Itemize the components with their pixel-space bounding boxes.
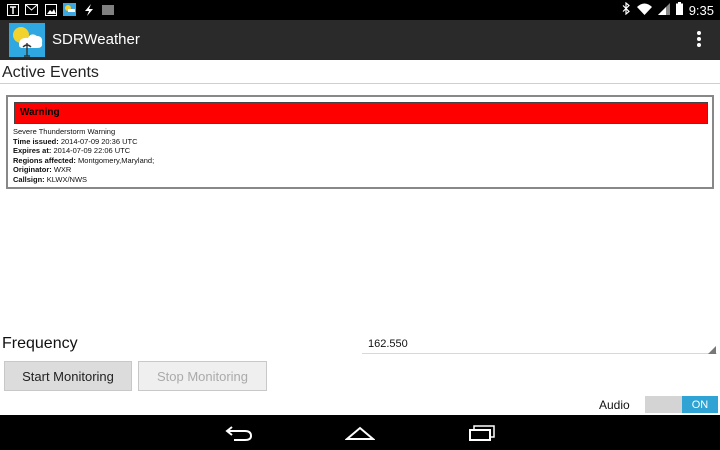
frequency-spinner-underline [362,353,717,354]
expires-row: Expires at: 2014-07-09 22:06 UTC [13,146,131,156]
event-severity-header: Warning [14,102,708,124]
notification-icons [6,3,114,16]
regions-row: Regions affected: Montgomery,Maryland; [13,155,155,165]
frequency-label: Frequency [2,335,78,352]
audio-label: Audio [599,398,630,412]
app-logo-icon[interactable] [9,23,45,57]
back-icon[interactable] [219,420,259,446]
frequency-spinner[interactable]: 162.550 [368,338,408,350]
section-divider [0,83,720,84]
audio-toggle-on[interactable]: ON [682,396,718,413]
app-icon [63,3,76,16]
clock: 9:35 [688,2,714,18]
recents-icon[interactable] [462,420,502,446]
app-title: SDRWeather [52,31,140,48]
image-icon [44,3,57,16]
bluetooth-icon [622,1,631,18]
home-icon[interactable] [340,420,380,446]
stop-monitoring-button[interactable]: Stop Monitoring [138,361,267,391]
battery-icon [675,2,683,18]
barcode-icon [101,3,114,16]
event-details: Severe Thunderstorm Warning Time issued:… [13,127,154,185]
lightning-icon [82,3,95,16]
wifi-icon [636,3,652,18]
status-bar: 9:35 [0,0,720,20]
mail-icon [25,3,38,16]
start-monitoring-button[interactable]: Start Monitoring [4,361,132,391]
signal-icon [657,2,670,18]
dropdown-arrow-icon[interactable] [708,346,716,354]
event-name: Severe Thunderstorm Warning [13,127,116,136]
active-events-title: Active Events [2,64,99,81]
originator-row: Originator: WXR [13,165,72,175]
event-card[interactable]: Warning Severe Thunderstorm Warning Time… [6,95,714,189]
system-icons: 9:35 [622,1,714,18]
callsign-row: Callsign: KLWX/NWS [13,174,88,184]
t-icon [6,3,19,16]
event-severity-label: Warning [20,107,60,118]
overflow-menu-icon[interactable] [696,31,702,47]
time-issued-row: Time issued: 2014-07-09 20:36 UTC [13,136,138,146]
